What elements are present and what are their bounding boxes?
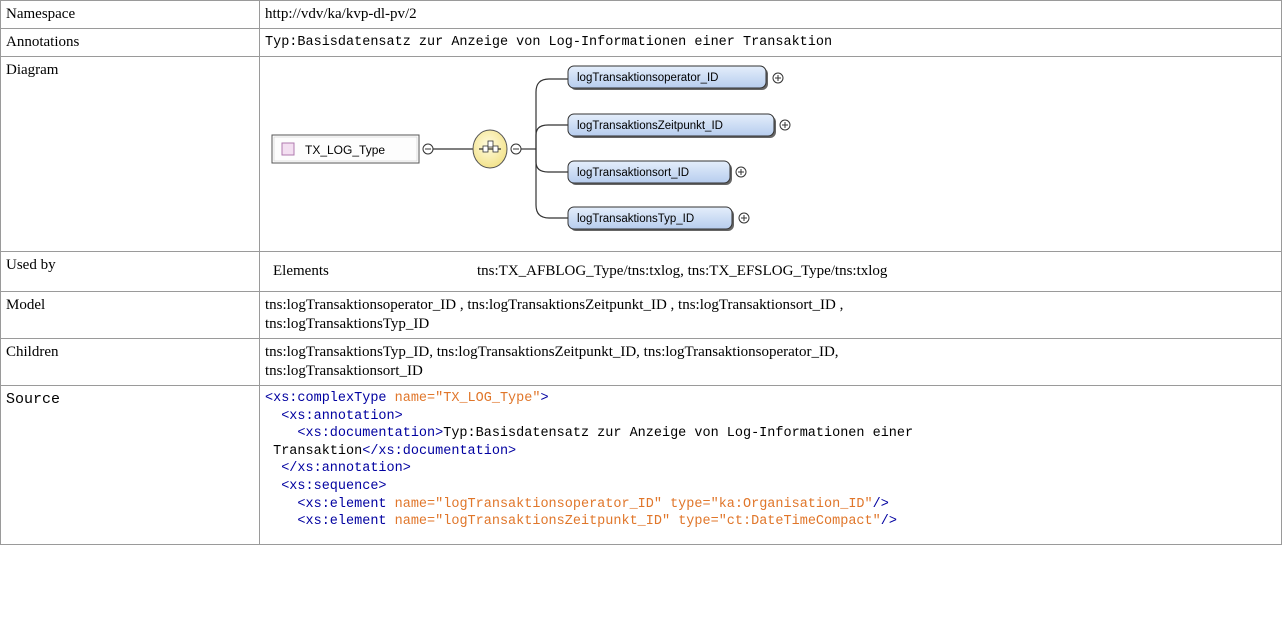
source-code: <xs:complexType name="TX_LOG_Type"> <xs:… (259, 385, 1282, 545)
properties-table: Namespace http://vdv/ka/kvp-dl-pv/2 Anno… (0, 0, 1282, 545)
element-label: logTransaktionsort_ID (577, 167, 689, 179)
model-row: Model tns:logTransaktionsoperator_ID , t… (0, 291, 1282, 339)
element-node[interactable]: logTransaktionsort_ID (567, 160, 732, 185)
used-by-value-cell: Elements tns:TX_AFBLOG_Type/tns:txlog, tn… (259, 251, 1282, 292)
element-node[interactable]: logTransaktionsTyp_ID (567, 206, 734, 231)
used-by-label: Used by (0, 251, 260, 292)
expand-icon[interactable] (735, 166, 747, 178)
used-by-row: Used by Elements tns:TX_AFBLOG_Type/tns:t… (0, 251, 1282, 292)
model-line[interactable]: tns:logTransaktionsTyp_ID (265, 315, 1276, 334)
compositor-collapse-icon[interactable] (510, 143, 522, 155)
element-node[interactable]: logTransaktionsZeitpunkt_ID (567, 113, 776, 138)
sequence-compositor-icon[interactable] (472, 129, 508, 169)
diagram-row: Diagram TX_LOG_Type logTransaktionsopera… (0, 56, 1282, 252)
children-label: Children (0, 338, 260, 386)
type-icon (281, 142, 295, 156)
element-label: logTransaktionsoperator_ID (577, 72, 718, 84)
diagram-label: Diagram (0, 56, 260, 252)
annotations-row: Annotations Typ:Basisdatensatz zur Anzei… (0, 28, 1282, 57)
type-box[interactable]: TX_LOG_Type (271, 134, 420, 164)
children-line[interactable]: tns:logTransaktionsort_ID (265, 362, 1276, 381)
used-by-kind: Elements (273, 263, 329, 279)
model-value: tns:logTransaktionsoperator_ID , tns:log… (259, 291, 1282, 339)
source-row: Source <xs:complexType name="TX_LOG_Type… (0, 385, 1282, 545)
schema-diagram: TX_LOG_Type logTransaktionsoperator_ID l… (271, 65, 791, 231)
source-label: Source (0, 385, 260, 545)
element-label: logTransaktionsTyp_ID (577, 213, 694, 225)
element-node[interactable]: logTransaktionsoperator_ID (567, 65, 768, 90)
annotations-value: Typ:Basisdatensatz zur Anzeige von Log-I… (259, 28, 1282, 57)
children-line[interactable]: tns:logTransaktionsTyp_ID, tns:logTransa… (265, 343, 1276, 362)
source-code-block: <xs:complexType name="TX_LOG_Type"> <xs:… (265, 391, 914, 530)
children-row: Children tns:logTransaktionsTyp_ID, tns:… (0, 338, 1282, 386)
expand-icon[interactable] (738, 212, 750, 224)
diagram-cell: TX_LOG_Type logTransaktionsoperator_ID l… (259, 56, 1282, 252)
expand-icon[interactable] (772, 72, 784, 84)
collapse-icon[interactable] (422, 143, 434, 155)
expand-icon[interactable] (779, 119, 791, 131)
model-label: Model (0, 291, 260, 339)
namespace-label: Namespace (0, 0, 260, 29)
children-value: tns:logTransaktionsTyp_ID, tns:logTransa… (259, 338, 1282, 386)
namespace-value: http://vdv/ka/kvp-dl-pv/2 (259, 0, 1282, 29)
model-line[interactable]: tns:logTransaktionsoperator_ID , tns:log… (265, 296, 1276, 315)
element-label: logTransaktionsZeitpunkt_ID (577, 120, 723, 132)
type-box-label: TX_LOG_Type (305, 143, 385, 157)
used-by-link[interactable]: tns:TX_AFBLOG_Type/tns:txlog, tns:TX_EFS… (477, 263, 887, 279)
namespace-row: Namespace http://vdv/ka/kvp-dl-pv/2 (0, 0, 1282, 29)
annotations-label: Annotations (0, 28, 260, 57)
